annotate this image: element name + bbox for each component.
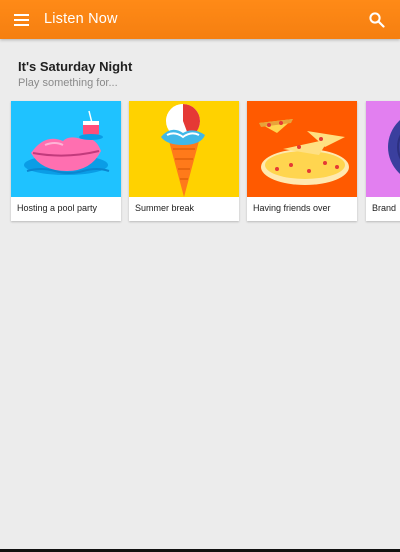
friends-over-artwork <box>247 101 357 197</box>
card-carousel: Hosting a pool party Summer break Having… <box>11 101 400 223</box>
card-pool-party[interactable]: Hosting a pool party <box>11 101 121 221</box>
app-bar: Listen Now <box>0 0 400 39</box>
brand-artwork <box>366 101 400 197</box>
menu-icon[interactable] <box>12 10 32 30</box>
card-brand[interactable]: Brand <box>366 101 400 221</box>
page-title: Listen Now <box>44 11 118 27</box>
section-title: It's Saturday Night <box>18 59 133 74</box>
card-label: Summer break <box>135 203 195 213</box>
card-friends-over[interactable]: Having friends over <box>247 101 357 221</box>
section-subtitle: Play something for... <box>18 77 118 89</box>
card-label: Having friends over <box>253 203 331 213</box>
card-label: Brand <box>372 203 397 213</box>
listen-now-screen: Listen Now It's Saturday Night Play some… <box>0 0 400 552</box>
pool-party-artwork <box>11 101 121 197</box>
search-icon[interactable] <box>368 11 386 29</box>
summer-break-artwork <box>129 101 239 197</box>
card-label: Hosting a pool party <box>17 203 98 213</box>
card-summer-break[interactable]: Summer break <box>129 101 239 221</box>
